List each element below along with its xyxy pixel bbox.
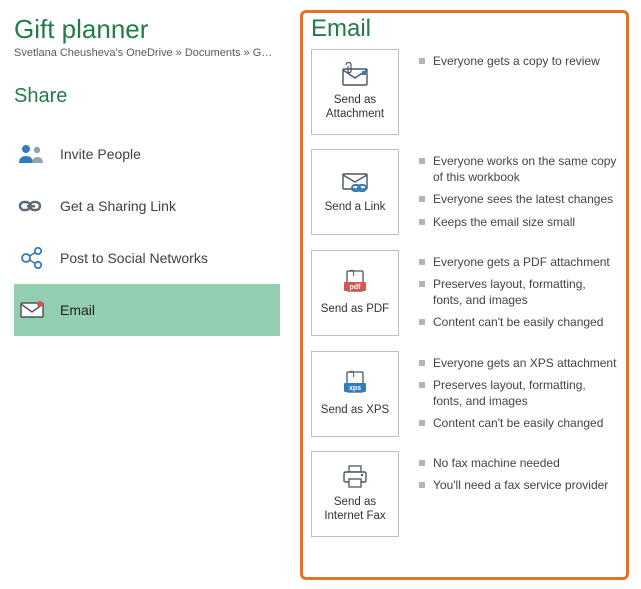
option-caption: Send as Internet Fax <box>316 496 394 524</box>
option-caption: Send as XPS <box>321 404 389 418</box>
bullet-item: Keeps the email size small <box>419 214 618 230</box>
share-item-social[interactable]: Post to Social Networks <box>14 232 280 284</box>
share-item-email[interactable]: Email <box>14 284 280 336</box>
option-bullets: No fax machine needed You'll need a fax … <box>399 451 618 537</box>
share-item-sharing-link[interactable]: Get a Sharing Link <box>14 180 280 232</box>
bullet-item: Content can't be easily changed <box>419 314 618 330</box>
panel-heading: Email <box>311 15 618 43</box>
option-bullets: Everyone gets an XPS attachment Preserve… <box>399 351 618 438</box>
breadcrumb: Svetlana Cheusheva's OneDrive » Document… <box>14 47 290 59</box>
send-a-link-button[interactable]: Send a Link <box>311 149 399 235</box>
bullet-item: You'll need a fax service provider <box>419 477 618 493</box>
share-sidebar: Gift planner Svetlana Cheusheva's OneDri… <box>0 0 290 589</box>
option-bullets: Everyone gets a PDF attachment Preserves… <box>399 250 618 337</box>
bullet-item: Preserves layout, formatting, fonts, and… <box>419 377 618 409</box>
bullet-item: No fax machine needed <box>419 455 618 471</box>
svg-text:pdf: pdf <box>350 284 362 291</box>
share-network-icon <box>18 246 60 270</box>
option-caption: Send a Link <box>325 201 386 215</box>
pdf-icon: pdf <box>338 269 372 297</box>
option-caption: Send as PDF <box>321 303 389 317</box>
link-envelope-icon <box>338 169 372 195</box>
fax-printer-icon <box>338 464 372 490</box>
send-as-internet-fax-button[interactable]: Send as Internet Fax <box>311 451 399 537</box>
option-caption: Send as Attachment <box>316 94 394 122</box>
bullet-item: Everyone works on the same copy of this … <box>419 153 618 185</box>
share-item-label: Email <box>60 302 95 318</box>
page-title: Gift planner <box>14 14 290 45</box>
share-heading: Share <box>14 85 290 108</box>
send-as-pdf-button[interactable]: pdf Send as PDF <box>311 250 399 336</box>
share-item-label: Get a Sharing Link <box>60 198 176 214</box>
share-item-invite-people[interactable]: Invite People <box>14 128 280 180</box>
bullet-item: Everyone gets an XPS attachment <box>419 355 618 371</box>
xps-icon: xps <box>338 370 372 398</box>
bullet-item: Preserves layout, formatting, fonts, and… <box>419 276 618 308</box>
bullet-item: Everyone sees the latest changes <box>419 191 618 207</box>
attachment-envelope-icon <box>338 62 372 88</box>
send-as-xps-button[interactable]: xps Send as XPS <box>311 351 399 437</box>
email-options-panel: Email Send as Attachment Everyone get <box>300 10 629 580</box>
link-icon <box>18 197 60 215</box>
people-icon <box>18 143 60 165</box>
envelope-icon <box>18 300 60 320</box>
send-as-attachment-button[interactable]: Send as Attachment <box>311 49 399 135</box>
bullet-item: Everyone gets a PDF attachment <box>419 254 618 270</box>
svg-text:xps: xps <box>349 385 361 392</box>
bullet-item: Content can't be easily changed <box>419 415 618 431</box>
share-item-label: Post to Social Networks <box>60 250 208 266</box>
share-item-label: Invite People <box>60 146 141 162</box>
option-bullets: Everyone gets a copy to review <box>399 49 618 135</box>
bullet-item: Everyone gets a copy to review <box>419 53 618 69</box>
option-bullets: Everyone works on the same copy of this … <box>399 149 618 236</box>
